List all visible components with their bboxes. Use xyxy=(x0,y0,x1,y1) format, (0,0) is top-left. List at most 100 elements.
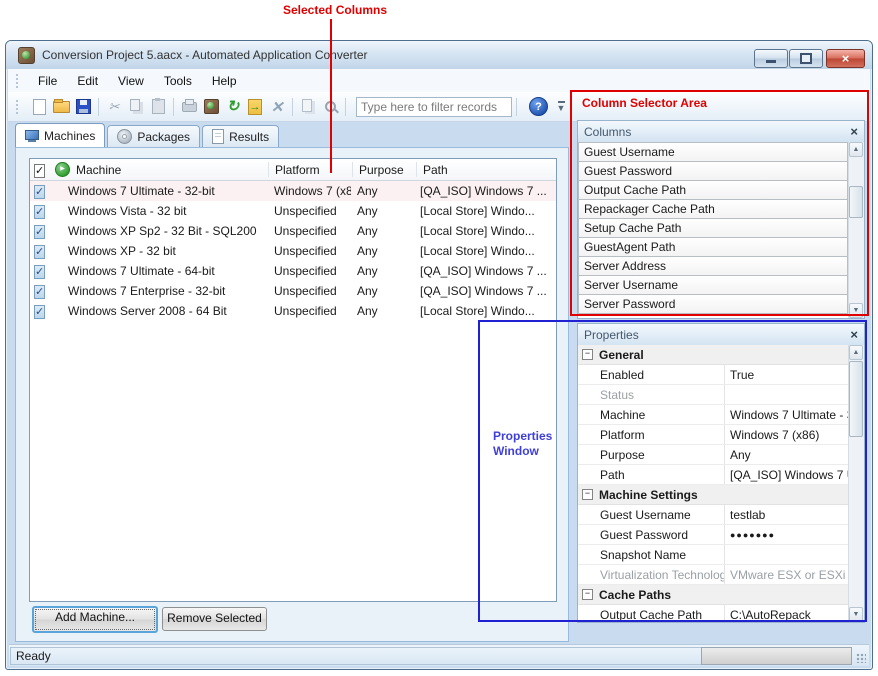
collapse-icon[interactable]: − xyxy=(582,589,593,600)
scroll-down-icon[interactable]: ▼ xyxy=(849,607,863,622)
header-path[interactable]: Path xyxy=(417,163,556,177)
property-label: Virtualization Technolog xyxy=(578,568,724,582)
machine-row[interactable]: ✓ Windows 7 Enterprise - 32-bit Unspecif… xyxy=(30,281,556,301)
menubar-grip[interactable] xyxy=(16,74,22,88)
add-machine-button[interactable]: Add Machine... xyxy=(32,606,158,633)
close-button[interactable]: × xyxy=(826,49,865,68)
property-label: Purpose xyxy=(578,448,724,462)
columns-close-icon[interactable]: × xyxy=(850,125,858,138)
column-item[interactable]: Server Password xyxy=(578,294,848,314)
column-item[interactable]: Guest Password xyxy=(578,161,848,181)
menu-view[interactable]: View xyxy=(108,71,154,91)
select-all-checkbox[interactable]: ✓ xyxy=(34,164,45,178)
machine-row[interactable]: ✓ Windows Server 2008 - 64 Bit Unspecifi… xyxy=(30,301,556,321)
machine-row[interactable]: ✓ Windows 7 Ultimate - 64-bit Unspecifie… xyxy=(30,261,556,281)
collapse-icon[interactable]: − xyxy=(582,489,593,500)
machine-row[interactable]: ✓ Windows XP Sp2 - 32 Bit - SQL200 Unspe… xyxy=(30,221,556,241)
columns-panel-header[interactable]: Columns × xyxy=(578,121,864,143)
column-item[interactable]: Setup Cache Path xyxy=(578,218,848,238)
property-row[interactable]: Guest Password ●●●●●●● xyxy=(578,525,849,545)
properties-panel-header[interactable]: Properties × xyxy=(578,324,864,346)
remove-selected-button[interactable]: Remove Selected xyxy=(162,607,267,631)
row-checkbox[interactable]: ✓ xyxy=(34,185,45,199)
property-row[interactable]: Purpose Any xyxy=(578,445,849,465)
properties-panel-title: Properties xyxy=(584,328,850,342)
cut-icon[interactable]: ✂ xyxy=(103,97,125,117)
report-icon[interactable] xyxy=(297,97,319,117)
toolbar-grip[interactable] xyxy=(16,100,22,114)
properties-scrollbar[interactable]: ▲ ▼ xyxy=(848,345,864,622)
title-bar[interactable]: Conversion Project 5.aacx - Automated Ap… xyxy=(6,41,872,69)
row-checkbox[interactable]: ✓ xyxy=(34,205,45,219)
row-checkbox[interactable]: ✓ xyxy=(34,265,45,279)
run-all-icon[interactable]: ▶ xyxy=(55,162,70,177)
annotation-properties-window-label: Properties Window xyxy=(493,429,563,459)
filter-input[interactable] xyxy=(356,97,512,117)
property-group-row[interactable]: − Cache Paths xyxy=(578,585,849,605)
property-group-row[interactable]: − Machine Settings xyxy=(578,485,849,505)
minimize-button[interactable] xyxy=(754,49,788,68)
column-item[interactable]: Server Username xyxy=(578,275,848,295)
collapse-icon[interactable]: − xyxy=(582,349,593,360)
tab-packages[interactable]: Packages xyxy=(107,125,200,147)
property-row[interactable]: Status xyxy=(578,385,849,405)
header-machine[interactable]: Machine xyxy=(76,163,268,177)
column-item[interactable]: Server Address xyxy=(578,256,848,276)
property-row[interactable]: Virtualization Technolog VMware ESX or E… xyxy=(578,565,849,585)
save-project-icon[interactable] xyxy=(72,97,94,117)
machine-row[interactable]: ✓ Windows XP - 32 bit Unspecified Any [L… xyxy=(30,241,556,261)
column-item[interactable]: GuestAgent Path xyxy=(578,237,848,257)
annotation-properties-line1: Properties xyxy=(493,429,552,443)
header-purpose[interactable]: Purpose xyxy=(353,163,416,177)
menu-help[interactable]: Help xyxy=(202,71,247,91)
machine-row[interactable]: ✓ Windows Vista - 32 bit Unspecified Any… xyxy=(30,201,556,221)
group-label: Machine Settings xyxy=(599,488,698,502)
menu-file[interactable]: File xyxy=(28,71,67,91)
resize-grip[interactable] xyxy=(856,653,866,663)
machine-row[interactable]: ✓ Windows 7 Ultimate - 32-bit Windows 7 … xyxy=(30,181,556,201)
property-row[interactable]: Guest Username testlab xyxy=(578,505,849,525)
property-value: Any xyxy=(724,445,849,464)
header-platform[interactable]: Platform xyxy=(269,163,352,177)
scroll-down-icon[interactable]: ▼ xyxy=(849,303,863,318)
tab-machines[interactable]: Machines xyxy=(15,123,105,147)
scroll-thumb[interactable] xyxy=(849,361,863,437)
property-row[interactable]: Path [QA_ISO] Windows 7 Ul xyxy=(578,465,849,485)
scroll-thumb[interactable] xyxy=(849,186,863,218)
row-checkbox[interactable]: ✓ xyxy=(34,285,45,299)
import-icon[interactable]: → xyxy=(244,97,266,117)
new-document-icon[interactable] xyxy=(28,97,50,117)
columns-scrollbar[interactable]: ▲ ▼ xyxy=(848,142,864,318)
property-row[interactable]: Output Cache Path C:\AutoRepack xyxy=(578,605,849,622)
column-item[interactable]: Guest Username xyxy=(578,142,848,162)
print-icon[interactable] xyxy=(178,97,200,117)
scroll-up-icon[interactable]: ▲ xyxy=(849,142,863,157)
menu-edit[interactable]: Edit xyxy=(67,71,108,91)
menu-tools[interactable]: Tools xyxy=(154,71,202,91)
stop-icon[interactable]: ✕ xyxy=(266,97,288,117)
build-machine-icon[interactable] xyxy=(200,97,222,117)
machine-list-header[interactable]: ✓ ▶ Machine Platform Purpose Path xyxy=(30,159,556,181)
open-project-icon[interactable] xyxy=(50,97,72,117)
property-row[interactable]: Machine Windows 7 Ultimate - 3 xyxy=(578,405,849,425)
property-row[interactable]: Snapshot Name xyxy=(578,545,849,565)
cell-purpose: Any xyxy=(351,264,414,278)
properties-close-icon[interactable]: × xyxy=(850,328,858,341)
scroll-up-icon[interactable]: ▲ xyxy=(849,345,863,360)
row-checkbox[interactable]: ✓ xyxy=(34,245,45,259)
property-row[interactable]: Enabled True xyxy=(578,365,849,385)
toolbar-options-icon[interactable]: ▼ xyxy=(554,101,568,112)
property-row[interactable]: Platform Windows 7 (x86) xyxy=(578,425,849,445)
help-icon[interactable]: ? xyxy=(529,97,548,116)
property-group-row[interactable]: − General xyxy=(578,345,849,365)
copy-icon[interactable] xyxy=(125,97,147,117)
maximize-button[interactable] xyxy=(789,49,823,68)
column-item[interactable]: Output Cache Path xyxy=(578,180,848,200)
refresh-icon[interactable]: ↻ xyxy=(222,97,244,117)
row-checkbox[interactable]: ✓ xyxy=(34,305,45,319)
property-label: Enabled xyxy=(578,368,724,382)
column-item[interactable]: Repackager Cache Path xyxy=(578,199,848,219)
row-checkbox[interactable]: ✓ xyxy=(34,225,45,239)
tab-results[interactable]: Results xyxy=(202,125,279,147)
paste-icon[interactable] xyxy=(147,97,169,117)
